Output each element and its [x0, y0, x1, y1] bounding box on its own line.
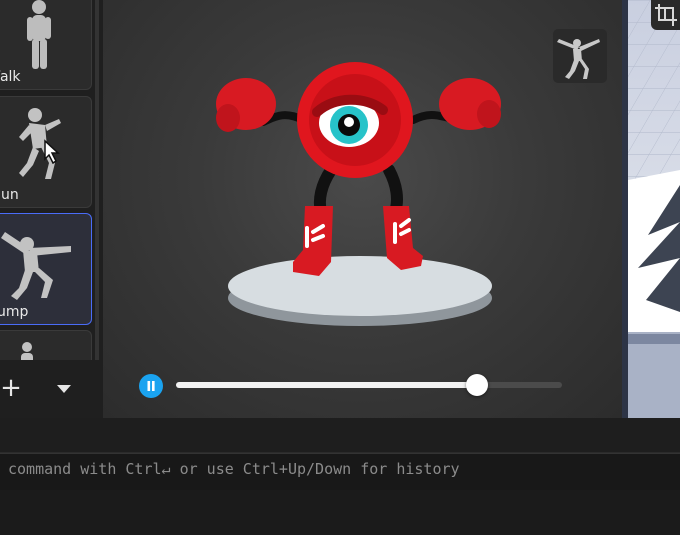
scene-tool-button[interactable]	[651, 0, 680, 30]
animation-item-walk[interactable]: Walk	[0, 0, 92, 90]
pose-preview-button[interactable]	[553, 29, 607, 83]
jump-pose-icon	[1, 232, 71, 300]
pause-button[interactable]	[139, 374, 163, 398]
character-preview	[216, 62, 501, 326]
platform-top	[228, 256, 492, 316]
pose-figure-icon	[557, 39, 600, 79]
timeline-progress	[176, 382, 478, 388]
timeline-scrub-handle[interactable]	[466, 374, 489, 396]
mouse-cursor-icon	[44, 139, 60, 165]
dropdown-button[interactable]	[52, 374, 76, 402]
3d-viewport[interactable]	[103, 0, 622, 418]
console-output	[0, 490, 680, 535]
pause-icon	[147, 381, 155, 391]
crop-grid-icon	[655, 4, 677, 26]
animation-label-run: un	[1, 187, 19, 203]
run-pose-icon	[19, 108, 61, 179]
console-header	[0, 418, 680, 453]
animation-list-panel: Walk un ump	[0, 0, 103, 418]
animation-label-jump: ump	[0, 304, 29, 320]
animation-label-walk: Walk	[0, 69, 21, 85]
walk-pose-icon	[27, 0, 51, 69]
console-hint-text: command with Ctrl↵ or use Ctrl+Up/Down f…	[8, 460, 460, 478]
chevron-down-icon	[57, 385, 71, 393]
scene-view-preview	[628, 0, 680, 418]
list-scrollbar[interactable]	[95, 0, 99, 360]
animation-item-jump[interactable]: ump	[0, 213, 92, 325]
scene-view-panel[interactable]	[628, 0, 680, 418]
add-animation-button[interactable]: +	[0, 370, 24, 406]
animation-item-run[interactable]: un	[0, 96, 92, 208]
